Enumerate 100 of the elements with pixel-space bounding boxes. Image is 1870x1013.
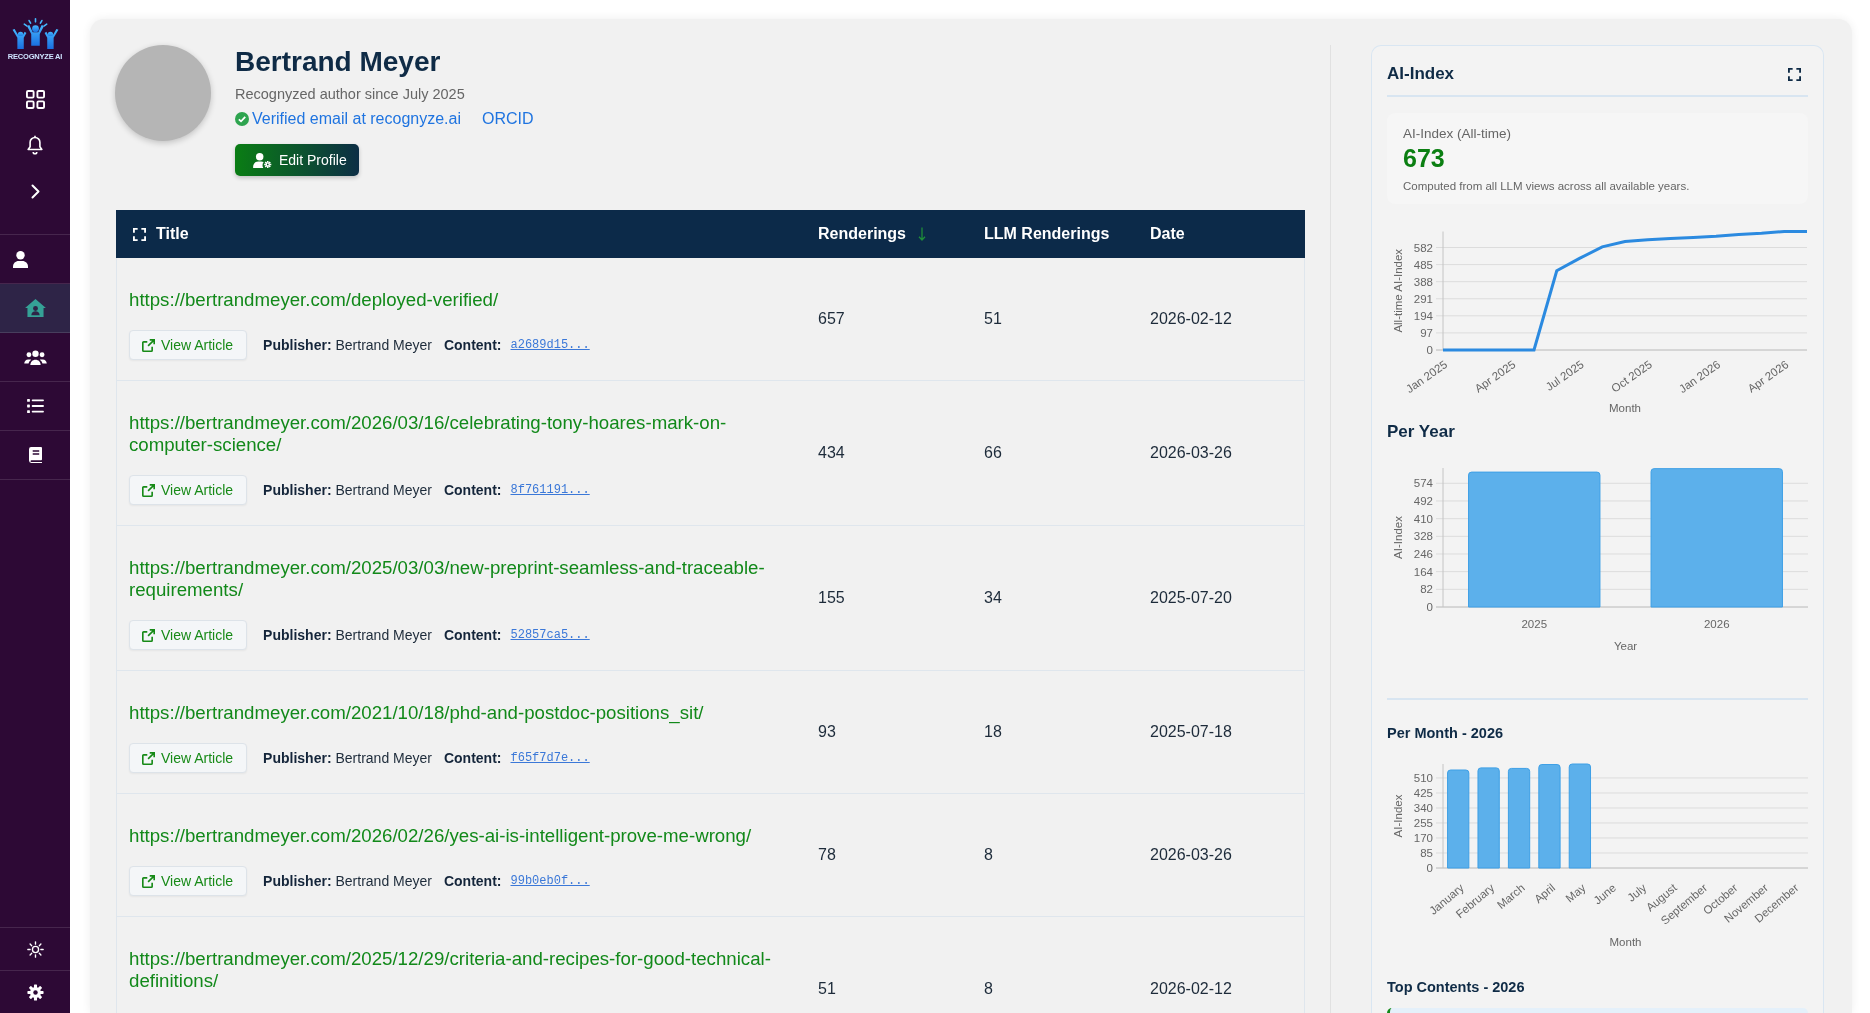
axis-tick-label: July (1625, 881, 1649, 904)
bell-icon[interactable] (27, 135, 43, 155)
arrow-down-icon[interactable] (918, 227, 926, 241)
summary-value: 673 (1403, 143, 1446, 173)
axis-tick-label: 510 (1413, 771, 1433, 784)
table-cell: 51 (984, 310, 1002, 328)
axis-tick-label: 0 (1426, 862, 1433, 874)
axis-title: AI-Index (1392, 794, 1404, 838)
list-icon (26, 399, 44, 413)
user-gear-icon (253, 152, 272, 168)
column-header[interactable]: Title (156, 225, 189, 243)
section-title: Per Month - 2026 (1387, 724, 1505, 743)
axis-tick-label: 492 (1413, 494, 1433, 507)
table-cell: 155 (818, 589, 845, 607)
article-link[interactable]: https://bertrandmeyer.com/2025/03/03/new-preprint-seamless-and-traceable-requirements/ (129, 557, 794, 601)
cheering-people-icon (11, 18, 59, 50)
profile-subtitle: Recognyzed author since July 2025 (235, 85, 466, 103)
content-label: Content: (443, 627, 502, 643)
publisher-text: Publisher: Bertrand Meyer (263, 873, 432, 889)
axis-tick-label: 97 (1420, 326, 1433, 339)
article-link[interactable]: https://bertrandmeyer.com/2021/10/18/phd-and-postdoc-positions_sit/ (129, 702, 704, 724)
axis-tick-label: 82 (1420, 583, 1433, 596)
axis-tick-label: June (1591, 881, 1619, 907)
view-article-button[interactable]: View Article (129, 475, 248, 505)
table-cell: 434 (818, 444, 845, 462)
view-article-button[interactable]: View Article (129, 743, 248, 773)
table-cell: 78 (818, 846, 836, 864)
axis-title: Month (1609, 936, 1642, 948)
axis-tick-label: 2026 (1703, 618, 1730, 630)
house-icon (24, 299, 46, 317)
publisher-text: Publisher: Bertrand Meyer (263, 750, 432, 766)
external-link-icon (142, 483, 155, 497)
view-article-button[interactable]: View Article (129, 620, 248, 650)
axis-tick-label: 0 (1426, 601, 1433, 613)
table-cell: 51 (818, 980, 836, 998)
orcid-link[interactable]: ORCID (482, 109, 534, 129)
axis-tick-label: 485 (1413, 258, 1433, 271)
table-cell: 93 (818, 723, 836, 741)
publisher-text: Publisher: Bertrand Meyer (263, 482, 432, 498)
table-cell: 2026-02-12 (1150, 310, 1232, 328)
view-article-button[interactable]: View Article (129, 330, 248, 360)
section-title: Top Contents - 2026 (1387, 978, 1526, 997)
fullscreen-icon[interactable] (1788, 67, 1801, 81)
external-link-icon (142, 628, 155, 642)
axis-title: AI-Index (1392, 516, 1404, 559)
axis-tick-label: 328 (1413, 530, 1433, 543)
settings-icon[interactable] (26, 983, 44, 1001)
article-link[interactable]: https://bertrandmeyer.com/2026/02/26/yes-ai-is-intelligent-prove-me-wrong/ (129, 825, 752, 847)
axis-tick-label: May (1563, 881, 1588, 905)
column-header[interactable]: LLM Renderings (984, 225, 1110, 243)
axis-tick-label: 410 (1413, 512, 1433, 525)
table-cell: 8 (984, 980, 993, 998)
axis-tick-label: 194 (1413, 309, 1433, 322)
book-icon (28, 447, 42, 463)
table-cell: 66 (984, 444, 1002, 462)
publisher-text: Publisher: Bertrand Meyer (263, 337, 432, 353)
content-hash-link[interactable]: f65f7d7e... (510, 751, 590, 765)
external-link-icon (142, 751, 155, 765)
table-cell: 34 (984, 589, 1002, 607)
verified-email-link[interactable]: Verified email at recognyze.ai (252, 109, 461, 129)
content-hash-link[interactable]: a2689d15... (510, 338, 590, 352)
content-hash-link[interactable]: 52857ca5... (510, 628, 590, 642)
axis-tick-label: 582 (1413, 241, 1433, 254)
axis-tick-label: 425 (1413, 786, 1433, 799)
axis-tick-label: 170 (1413, 832, 1433, 844)
table-cell: 18 (984, 723, 1002, 741)
sun-icon[interactable] (26, 940, 44, 958)
article-link[interactable]: https://bertrandmeyer.com/deployed-verified/ (129, 289, 499, 311)
grid-icon[interactable] (25, 89, 45, 109)
axis-title: Month (1609, 402, 1641, 414)
summary-note: Computed from all LLM views across all available years. (1403, 179, 1691, 194)
column-header[interactable]: Date (1150, 225, 1185, 243)
article-link[interactable]: https://bertrandmeyer.com/2026/03/16/celebrating-tony-hoares-mark-on-computer-science/ (129, 412, 794, 456)
axis-tick-label: 85 (1420, 847, 1433, 859)
table-cell: 2026-02-12 (1150, 980, 1232, 998)
summary-label: AI-Index (All-time) (1403, 125, 1513, 143)
chevron-right-icon[interactable] (30, 183, 40, 199)
table-cell: 8 (984, 846, 993, 864)
axis-tick-label: 388 (1413, 275, 1433, 288)
content-label: Content: (443, 482, 502, 498)
table-cell: 657 (818, 310, 845, 328)
user-icon (13, 250, 28, 268)
column-header[interactable]: Renderings (818, 225, 906, 243)
table-cell: 2025-07-20 (1150, 589, 1232, 607)
section-title: Per Year (1387, 421, 1456, 443)
content-label: Content: (443, 873, 502, 889)
axis-title: Year (1613, 640, 1638, 652)
content-label: Content: (443, 750, 502, 766)
edit-profile-button[interactable]: Edit Profile (235, 144, 359, 176)
panel-title: AI-Index (1387, 64, 1455, 84)
axis-tick-label: 2025 (1521, 618, 1548, 630)
table-cell: 2026-03-26 (1150, 846, 1232, 864)
content-label: Content: (443, 337, 502, 353)
external-link-icon (142, 338, 155, 352)
content-hash-link[interactable]: 8f761191... (510, 483, 590, 497)
view-article-button[interactable]: View Article (129, 866, 248, 896)
content-hash-link[interactable]: 99b0eb0f... (510, 874, 590, 888)
article-link[interactable]: https://bertrandmeyer.com/2025/12/29/criteria-and-recipes-for-good-technical-definitions/ (129, 948, 794, 992)
axis-tick-label: 0 (1426, 344, 1433, 356)
people-icon (23, 349, 47, 365)
